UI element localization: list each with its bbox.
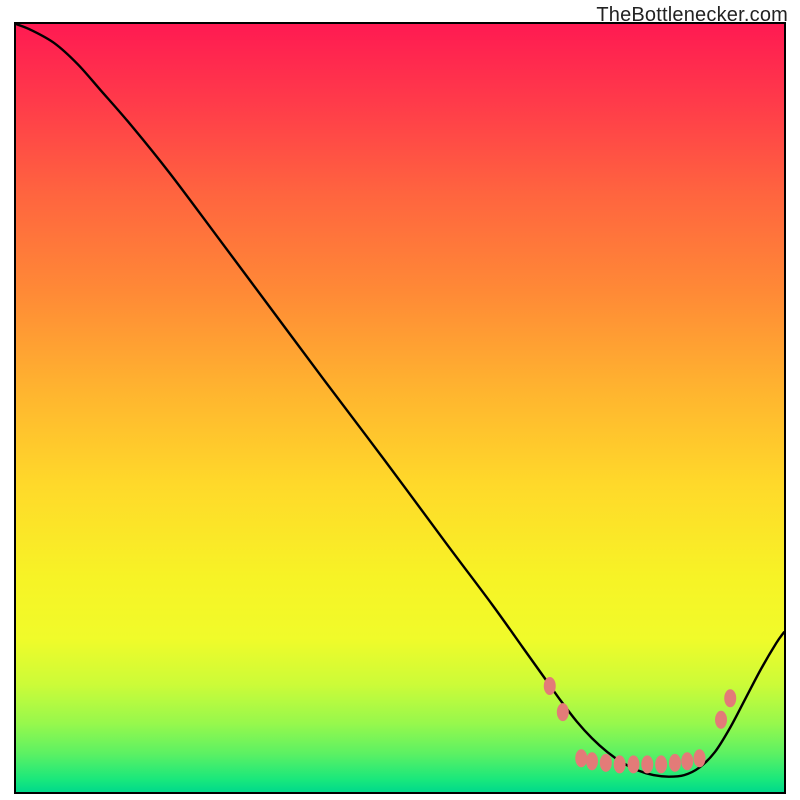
data-marker [627, 755, 639, 773]
chart-canvas [16, 24, 784, 792]
data-marker [600, 754, 612, 772]
chart-frame [14, 22, 786, 794]
data-marker [715, 711, 727, 729]
data-marker [586, 752, 598, 770]
data-marker [544, 677, 556, 695]
chart-background [16, 24, 784, 792]
data-marker [655, 755, 667, 773]
data-marker [681, 752, 693, 770]
data-marker [641, 755, 653, 773]
data-marker [575, 749, 587, 767]
data-marker [669, 754, 681, 772]
data-marker [557, 703, 569, 721]
data-marker [614, 755, 626, 773]
data-marker [694, 749, 706, 767]
data-marker [724, 689, 736, 707]
